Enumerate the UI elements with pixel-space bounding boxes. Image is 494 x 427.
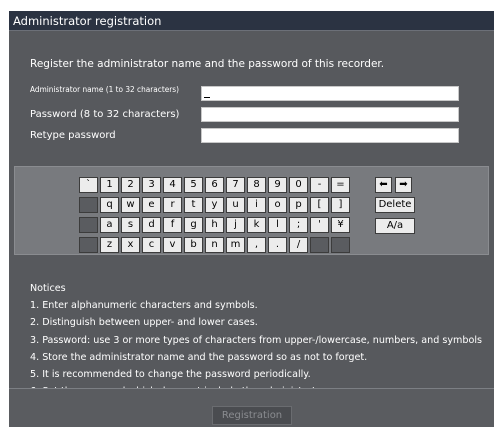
admin-name-label: Administrator name (1 to 32 characters) xyxy=(30,85,180,94)
keyboard-key-blank[interactable] xyxy=(79,237,98,253)
keyboard-key[interactable]: ; xyxy=(289,217,308,233)
keyboard-key-blank[interactable] xyxy=(79,217,98,233)
keyboard-key[interactable]: o xyxy=(268,197,287,213)
keyboard-key[interactable]: z xyxy=(100,237,119,253)
delete-key[interactable]: Delete xyxy=(375,197,415,213)
keyboard-key[interactable]: [ xyxy=(310,197,329,213)
notice-item: 3. Password: use 3 or more types of char… xyxy=(30,334,483,346)
keyboard-key-blank[interactable] xyxy=(331,237,350,253)
keyboard-key[interactable]: y xyxy=(205,197,224,213)
keyboard-key[interactable]: ` xyxy=(79,177,98,193)
keyboard-key[interactable]: u xyxy=(226,197,245,213)
notices-section: Notices 1. Enter alphanumeric characters… xyxy=(30,280,482,400)
dialog-title: Administrator registration xyxy=(9,11,494,31)
keyboard-key[interactable]: j xyxy=(226,217,245,233)
keyboard-key[interactable]: / xyxy=(289,237,308,253)
keyboard-key[interactable]: . xyxy=(268,237,287,253)
keyboard-key[interactable]: ' xyxy=(310,217,329,233)
notice-item: 5. It is recommended to change the passw… xyxy=(30,369,311,381)
admin-registration-dialog: Administrator registration Register the … xyxy=(9,11,494,427)
keyboard-key[interactable]: = xyxy=(331,177,350,193)
registration-button[interactable]: Registration xyxy=(212,406,292,425)
keyboard-key[interactable]: p xyxy=(289,197,308,213)
notice-item: 4. Store the administrator name and the … xyxy=(30,351,368,363)
keyboard-key[interactable]: d xyxy=(142,217,161,233)
keyboard-key[interactable]: 4 xyxy=(163,177,182,193)
keyboard-key[interactable]: c xyxy=(142,237,161,253)
keyboard-key[interactable]: ] xyxy=(331,197,350,213)
keyboard-key[interactable]: b xyxy=(184,237,203,253)
keyboard-key-blank[interactable] xyxy=(79,197,98,213)
keyboard-key[interactable]: w xyxy=(121,197,140,213)
keyboard-key[interactable]: f xyxy=(163,217,182,233)
keyboard-key[interactable]: i xyxy=(247,197,266,213)
admin-name-input[interactable] xyxy=(201,86,459,101)
keyboard-key[interactable]: 5 xyxy=(184,177,203,193)
keyboard-key[interactable]: 1 xyxy=(100,177,119,193)
keyboard-key[interactable]: r xyxy=(163,197,182,213)
keyboard-key[interactable]: k xyxy=(247,217,266,233)
keyboard-key[interactable]: 9 xyxy=(268,177,287,193)
notice-item: 2. Distinguish between upper- and lower … xyxy=(30,317,258,329)
keyboard-key[interactable]: , xyxy=(247,237,266,253)
keyboard-key[interactable]: 6 xyxy=(205,177,224,193)
keyboard-key[interactable]: x xyxy=(121,237,140,253)
keyboard-key[interactable]: - xyxy=(310,177,329,193)
arrow-right-key[interactable]: ➡ xyxy=(395,177,412,193)
keyboard-key[interactable]: a xyxy=(100,217,119,233)
keyboard-key[interactable]: q xyxy=(100,197,119,213)
arrow-left-key[interactable]: ⬅ xyxy=(375,177,392,193)
notices-heading: Notices xyxy=(30,283,66,294)
onscreen-keyboard: ` 1 2 3 4 5 6 7 8 9 0- = q w e r t y u i o p[] a s d f g h j k l; ' ¥ z x c… xyxy=(14,166,489,255)
keyboard-key-blank[interactable] xyxy=(310,237,329,253)
keyboard-key[interactable]: m xyxy=(226,237,245,253)
case-toggle-key[interactable]: A/a xyxy=(375,218,415,234)
keyboard-key[interactable]: 8 xyxy=(247,177,266,193)
keyboard-key[interactable]: 3 xyxy=(142,177,161,193)
password-input[interactable] xyxy=(201,107,459,122)
keyboard-key[interactable]: e xyxy=(142,197,161,213)
password-label: Password (8 to 32 characters) xyxy=(30,109,180,120)
keyboard-key[interactable]: g xyxy=(184,217,203,233)
keyboard-key[interactable]: ¥ xyxy=(331,217,350,233)
keyboard-key[interactable]: 7 xyxy=(226,177,245,193)
keyboard-key[interactable]: 2 xyxy=(121,177,140,193)
text-caret xyxy=(204,97,210,98)
keyboard-key[interactable]: 0 xyxy=(289,177,308,193)
notice-item: 1. Enter alphanumeric characters and sym… xyxy=(30,300,258,312)
keyboard-key[interactable]: l xyxy=(268,217,287,233)
keyboard-key[interactable]: h xyxy=(205,217,224,233)
keyboard-key[interactable]: v xyxy=(163,237,182,253)
keyboard-key[interactable]: t xyxy=(184,197,203,213)
retype-password-input[interactable] xyxy=(201,128,459,143)
keyboard-key[interactable]: n xyxy=(205,237,224,253)
dialog-footer: Registration xyxy=(9,388,494,427)
retype-password-label: Retype password xyxy=(30,130,116,141)
dialog-content: Register the administrator name and the … xyxy=(9,32,494,409)
keyboard-key[interactable]: s xyxy=(121,217,140,233)
intro-text: Register the administrator name and the … xyxy=(30,58,385,70)
